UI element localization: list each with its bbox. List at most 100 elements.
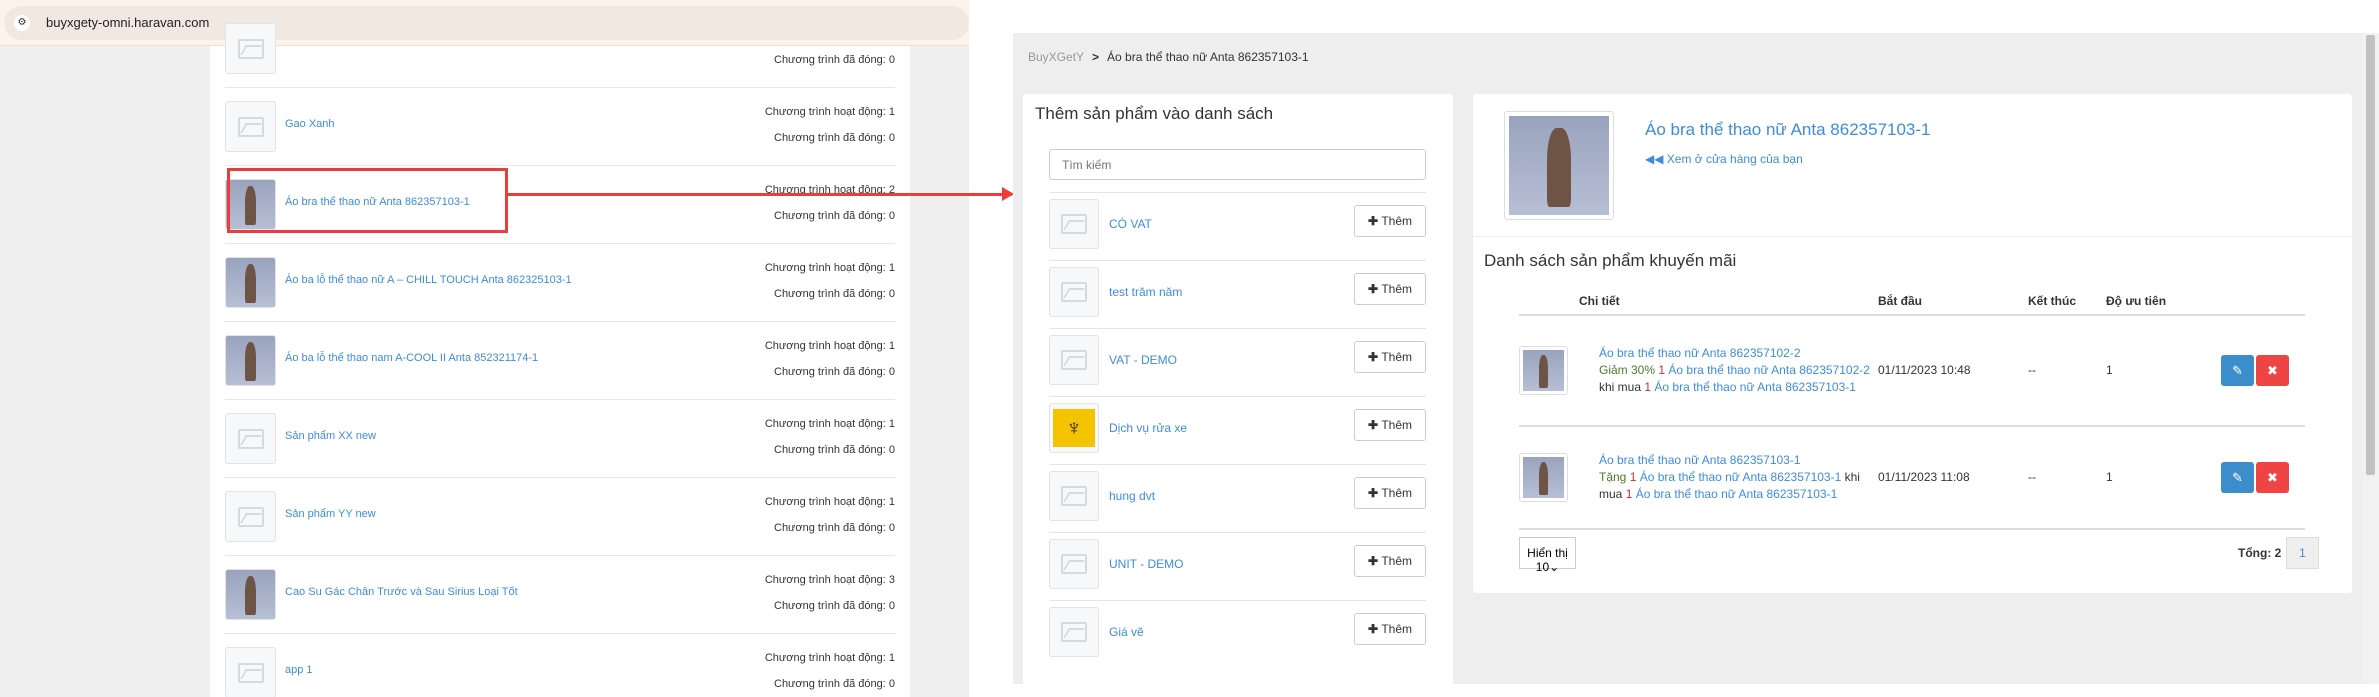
product-name-link[interactable]: VAT - DEMO (1109, 353, 1177, 367)
url-text: buyxgety-omni.haravan.com (46, 15, 210, 30)
active-programs: Chương trình hoạt động: 3 (764, 574, 895, 586)
closed-programs: Chương trình đã đóng: 0 (774, 444, 895, 456)
product-name-link[interactable]: UNIT - DEMO (1109, 557, 1183, 571)
product-name-link[interactable]: Giá vẽ (1109, 625, 1144, 639)
active-programs: Chương trình hoạt động: 1 (764, 652, 895, 664)
product-thumbnail (225, 413, 276, 464)
promo-priority: 1 (2106, 426, 2216, 530)
promo-start: 01/11/2023 11:08 (1878, 426, 2028, 530)
add-button[interactable]: ✚ Thêm (1354, 477, 1426, 509)
highlight-box (227, 168, 508, 233)
product-thumbnail (225, 335, 276, 386)
close-icon: ✖ (2267, 362, 2278, 378)
closed-programs: Chương trình đã đóng: 0 (774, 210, 895, 222)
image-placeholder-icon (1061, 554, 1087, 574)
product-name-link[interactable]: CÓ VAT (1109, 217, 1152, 231)
product-card: Áo bra thể thao nữ Anta 862357103-1 ◀◀ X… (1473, 94, 2352, 593)
product-name-link[interactable]: hung dvt (1109, 489, 1155, 503)
product-thumbnail: ♆ (1049, 403, 1099, 453)
promo-list-title: Danh sách sản phẩm khuyến mãi (1484, 251, 1737, 270)
close-icon: ✖ (2267, 469, 2278, 485)
product-image (1504, 111, 1614, 220)
promo-end: -- (2028, 426, 2106, 530)
plus-icon: ✚ (1367, 214, 1382, 228)
product-name-link[interactable]: app 1 (285, 664, 313, 676)
promo-qty: 1 (1629, 470, 1637, 484)
delete-button[interactable]: ✖ (2256, 355, 2289, 386)
product-thumbnail (225, 491, 276, 542)
add-label: Thêm (1381, 282, 1413, 296)
product-name-link[interactable]: Áo ba lỗ thể thao nữ A – CHILL TOUCH Ant… (285, 274, 572, 286)
add-label: Thêm (1381, 486, 1413, 500)
closed-programs: Chương trình đã đóng: 0 (774, 522, 895, 534)
promo-thumbnail (1519, 453, 1568, 502)
product-list-item: Sản phẩm XX new Chương trình hoạt động: … (225, 400, 895, 478)
product-list-panel: Chương trình đã đóng: 0 Gao Xanh Chương … (210, 23, 910, 697)
promo-target-link[interactable]: Áo bra thể thao nữ Anta 862357102-2 (1668, 363, 1870, 377)
edit-button[interactable]: ✎ (2221, 462, 2254, 493)
search-input[interactable] (1049, 149, 1426, 180)
add-button[interactable]: ✚ Thêm (1354, 341, 1426, 373)
col-start: Bắt đầu (1878, 290, 2028, 316)
add-button[interactable]: ✚ Thêm (1354, 613, 1426, 645)
add-label: Thêm (1381, 622, 1413, 636)
promo-buy-link[interactable]: Áo bra thể thao nữ Anta 862357103-1 (1636, 487, 1838, 501)
promo-buy-link[interactable]: Áo bra thể thao nữ Anta 862357103-1 (1654, 380, 1856, 394)
page-size-select[interactable]: Hiển thị 10⌄ (1519, 537, 1576, 574)
product-thumbnail (225, 23, 276, 74)
pencil-icon: ✎ (2232, 469, 2243, 485)
product-thumbnail (225, 101, 276, 152)
edit-button[interactable]: ✎ (2221, 355, 2254, 386)
breadcrumb-root[interactable]: BuyXGetY (1028, 50, 1084, 64)
add-label: Thêm (1381, 214, 1413, 228)
product-thumbnail (225, 257, 276, 308)
delete-button[interactable]: ✖ (2256, 462, 2289, 493)
promo-action: Tặng (1599, 470, 1627, 484)
promo-start: 01/11/2023 10:48 (1878, 315, 2028, 427)
add-button[interactable]: ✚ Thêm (1354, 205, 1426, 237)
product-thumbnail (225, 569, 276, 620)
pencil-icon: ✎ (2232, 362, 2243, 378)
col-detail: Chi tiết (1579, 290, 1878, 316)
closed-programs: Chương trình đã đóng: 0 (774, 288, 895, 300)
scrollbar[interactable] (2363, 33, 2379, 684)
add-product-card: Thêm sản phẩm vào danh sách CÓ VAT ✚ Thê… (1023, 94, 1453, 694)
product-title-link[interactable]: Áo bra thể thao nữ Anta 862357103-1 (1645, 120, 1931, 140)
add-button[interactable]: ✚ Thêm (1354, 409, 1426, 441)
closed-programs: Chương trình đã đóng: 0 (774, 678, 895, 690)
active-programs: Chương trình hoạt động: 1 (764, 418, 895, 430)
product-name-link[interactable]: test trăm năm (1109, 285, 1182, 299)
product-name-link[interactable]: Áo ba lỗ thể thao nam A-COOL II Anta 852… (285, 352, 538, 364)
promo-product-link[interactable]: Áo bra thể thao nữ Anta 862357102-2 (1599, 346, 1801, 360)
promo-qty: 1 (1658, 363, 1666, 377)
breadcrumb-separator: > (1092, 50, 1100, 64)
promo-condition: khi mua (1599, 380, 1642, 394)
product-name-link[interactable]: Gao Xanh (285, 118, 335, 130)
col-priority: Độ ưu tiên (2106, 290, 2216, 316)
active-programs: Chương trình hoạt động: 1 (764, 496, 895, 508)
chevron-down-icon: ⌄ (1549, 560, 1560, 574)
page-button[interactable]: 1 (2286, 537, 2319, 569)
product-name-link[interactable]: Cao Su Gác Chân Trước và Sau Sirius Loại… (285, 586, 518, 598)
add-button[interactable]: ✚ Thêm (1354, 273, 1426, 305)
product-name-link[interactable]: Sản phẩm YY new (285, 508, 376, 520)
closed-programs: Chương trình đã đóng: 0 (774, 54, 895, 66)
product-thumbnail (225, 647, 276, 697)
promo-thumbnail (1519, 346, 1568, 395)
image-placeholder-icon (1061, 282, 1087, 302)
add-button[interactable]: ✚ Thêm (1354, 545, 1426, 577)
site-settings-icon[interactable]: ⚙ (14, 15, 30, 31)
product-name-link[interactable]: Sản phẩm XX new (285, 430, 376, 442)
promo-end: -- (2028, 315, 2106, 427)
plus-icon: ✚ (1367, 282, 1382, 296)
product-name-link[interactable]: Dịch vụ rửa xe (1109, 421, 1187, 435)
promo-product-link[interactable]: Áo bra thể thao nữ Anta 862357103-1 (1599, 453, 1801, 467)
image-placeholder-icon (1061, 350, 1087, 370)
add-label: Thêm (1381, 418, 1413, 432)
image-placeholder-icon (237, 506, 264, 527)
promo-target-link[interactable]: Áo bra thể thao nữ Anta 862357103-1 (1640, 470, 1842, 484)
product-list-item: Áo ba lỗ thể thao nam A-COOL II Anta 852… (225, 322, 895, 400)
image-placeholder-icon (1061, 622, 1087, 642)
active-programs: Chương trình hoạt động: 1 (764, 262, 895, 274)
view-in-store-link[interactable]: ◀◀ Xem ở cửa hàng của bạn (1645, 152, 1803, 166)
